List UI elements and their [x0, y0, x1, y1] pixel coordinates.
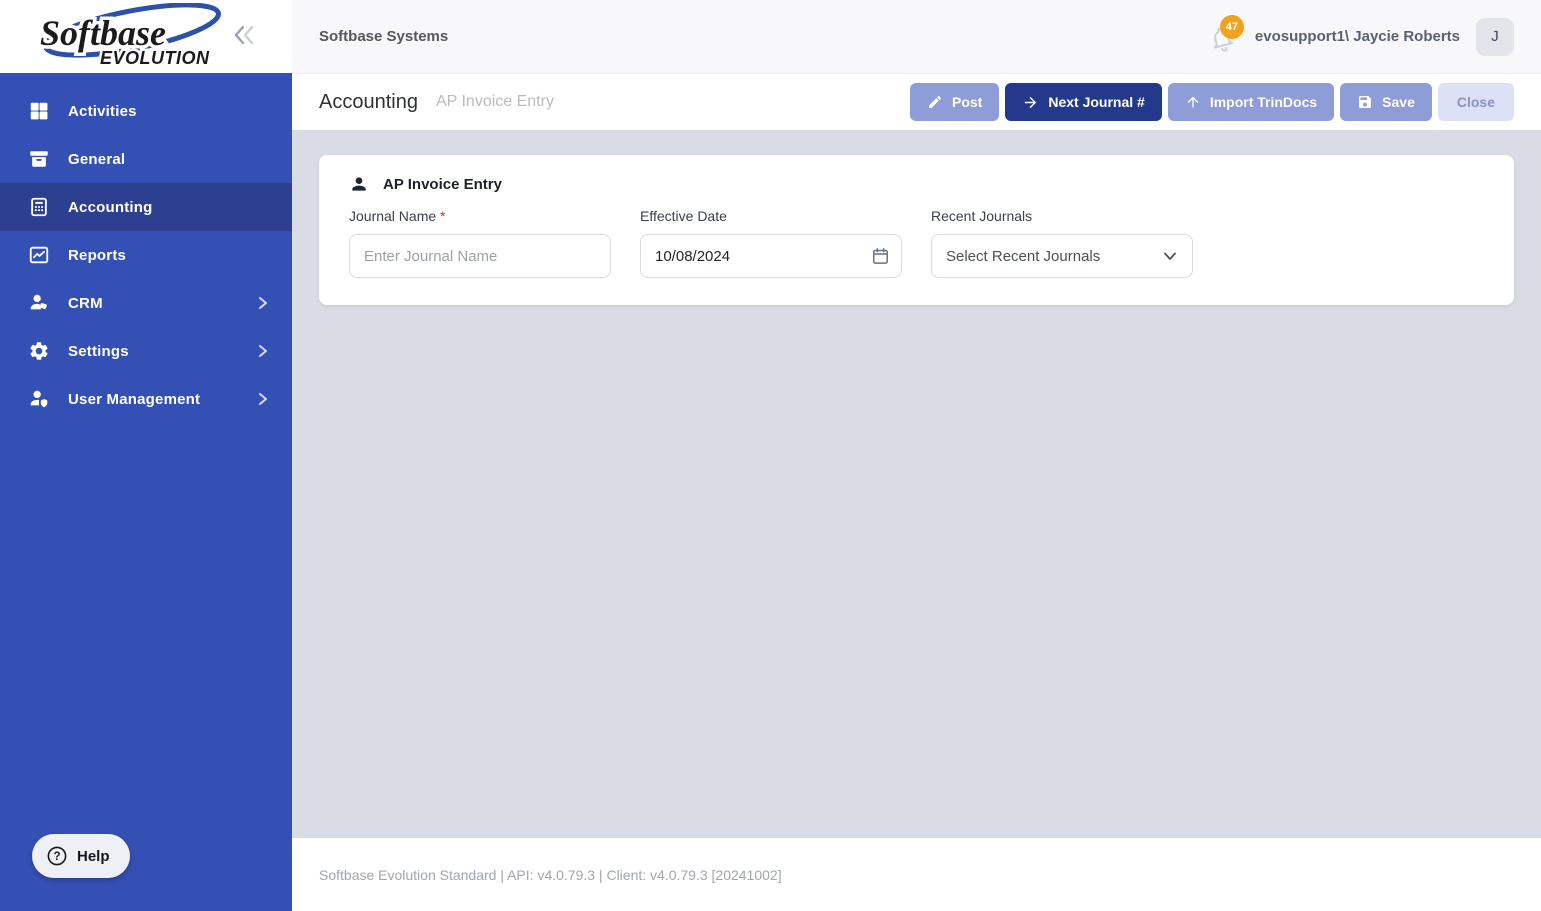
sidebar-item-label: User Management	[68, 390, 201, 408]
import-trindocs-button-label: Import TrinDocs	[1209, 94, 1318, 110]
sidebar-collapse-icon[interactable]	[232, 24, 258, 46]
breadcrumb: AP Invoice Entry	[435, 93, 554, 110]
form-fields: Journal Name * Effective Date	[349, 208, 1484, 278]
card-title-row: AP Invoice Entry	[349, 174, 1484, 194]
topbar: Softbase Systems 47 evosupport1\ Jaycie …	[292, 0, 1541, 73]
close-button[interactable]: Close	[1437, 83, 1514, 121]
save-button-label: Save	[1382, 94, 1415, 110]
chevron-right-icon	[256, 392, 270, 406]
archive-icon	[28, 148, 50, 170]
person-icon	[352, 177, 366, 191]
chevron-down-icon	[1164, 252, 1176, 260]
sidebar-item-label: General	[68, 150, 126, 168]
recent-journals-label: Recent Journals	[931, 208, 1033, 224]
required-asterisk: *	[440, 208, 446, 224]
user-name: evosupport1\ Jaycie Roberts	[1254, 28, 1460, 45]
sidebar-item-label: Reports	[68, 246, 127, 264]
notification-count-badge: 47	[1219, 14, 1244, 39]
softbase-evolution-logo: Softbase EVOLUTION	[37, 3, 221, 71]
next-journal-button-label: Next Journal #	[1048, 94, 1145, 110]
pencil-icon	[928, 95, 941, 108]
effective-date-input[interactable]	[640, 234, 902, 278]
journal-name-label-text: Journal Name	[349, 208, 437, 224]
sidebar-item-crm[interactable]: CRM	[0, 279, 292, 327]
journal-name-field: Journal Name *	[349, 208, 611, 278]
calculator-icon	[28, 196, 50, 218]
gear-icon	[28, 340, 50, 362]
topbar-right: 47 evosupport1\ Jaycie Roberts J	[1209, 14, 1514, 56]
logo-sub-text: EVOLUTION	[100, 48, 210, 68]
help-label: Help	[77, 847, 110, 865]
post-button-label: Post	[951, 94, 983, 110]
notifications-button[interactable]: 47	[1209, 14, 1244, 52]
upload-icon	[1187, 96, 1199, 108]
sidebar-item-settings[interactable]: Settings	[0, 327, 292, 375]
sidebar-nav: Activities General Accounting Reports CR…	[0, 87, 292, 423]
journal-name-label: Journal Name *	[349, 208, 611, 224]
svg-text:?: ?	[53, 851, 60, 863]
chevron-right-icon	[256, 344, 270, 358]
arrow-right-icon	[1025, 96, 1037, 108]
person-shield-icon	[28, 388, 50, 410]
help-icon: ?	[47, 846, 67, 866]
next-journal-button[interactable]: Next Journal #	[1005, 83, 1162, 121]
page-title: Accounting	[319, 90, 418, 113]
page-header: Accounting AP Invoice Entry Post Next Jo…	[292, 73, 1541, 130]
header-actions: Post Next Journal # Import TrinDocs Save	[909, 83, 1514, 121]
sidebar: Softbase EVOLUTION Activities General Ac…	[0, 0, 292, 911]
logo-brand-text: Softbase	[40, 13, 166, 53]
recent-journals-field: Recent Journals Select Recent Journals	[931, 208, 1193, 278]
content-area: AP Invoice Entry Journal Name * Effectiv…	[292, 130, 1541, 838]
card-title: AP Invoice Entry	[383, 175, 502, 193]
save-icon	[1359, 96, 1372, 108]
grid-icon	[28, 100, 50, 122]
sidebar-item-label: Activities	[68, 102, 137, 120]
help-button[interactable]: ? Help	[32, 834, 130, 878]
app-title: Softbase Systems	[319, 28, 449, 45]
person-tag-icon	[28, 292, 50, 314]
footer: Softbase Evolution Standard | API: v4.0.…	[292, 838, 1541, 911]
close-button-label: Close	[1456, 94, 1495, 110]
effective-date-label: Effective Date	[640, 208, 727, 224]
avatar[interactable]: J	[1476, 17, 1514, 56]
sidebar-item-reports[interactable]: Reports	[0, 231, 292, 279]
sidebar-item-activities[interactable]: Activities	[0, 87, 292, 135]
chevron-right-icon	[256, 296, 270, 310]
sidebar-item-label: Accounting	[68, 198, 153, 216]
main-area: Softbase Systems 47 evosupport1\ Jaycie …	[292, 0, 1541, 911]
sidebar-item-label: CRM	[68, 294, 103, 312]
chart-icon	[28, 244, 50, 266]
ap-invoice-entry-card: AP Invoice Entry Journal Name * Effectiv…	[319, 155, 1514, 305]
logo-area: Softbase EVOLUTION	[0, 0, 292, 73]
effective-date-field: Effective Date	[640, 208, 902, 278]
sidebar-item-general[interactable]: General	[0, 135, 292, 183]
import-trindocs-button[interactable]: Import TrinDocs	[1167, 83, 1335, 121]
save-button[interactable]: Save	[1340, 83, 1432, 121]
post-button[interactable]: Post	[909, 83, 1000, 121]
recent-journals-selected-value: Select Recent Journals	[946, 247, 1101, 265]
sidebar-item-user-management[interactable]: User Management	[0, 375, 292, 423]
recent-journals-select[interactable]: Select Recent Journals	[931, 234, 1193, 278]
sidebar-item-label: Settings	[68, 342, 129, 360]
sidebar-item-accounting[interactable]: Accounting	[0, 183, 292, 231]
version-info: Softbase Evolution Standard | API: v4.0.…	[319, 866, 782, 883]
journal-name-input[interactable]	[349, 234, 611, 278]
